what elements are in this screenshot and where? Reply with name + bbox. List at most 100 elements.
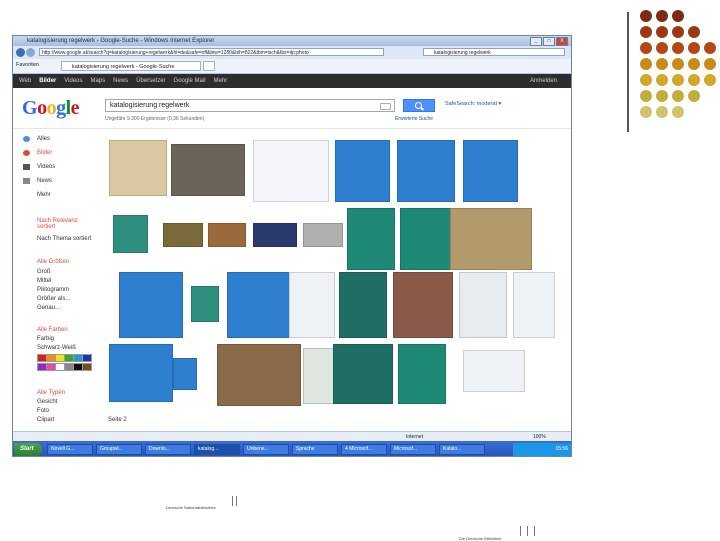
- web-icon: [23, 136, 30, 142]
- type-face[interactable]: Gesicht: [37, 399, 57, 405]
- gbar-link-more[interactable]: Mehr: [214, 78, 228, 84]
- taskbar-button[interactable]: Microsof...: [390, 444, 436, 455]
- taskbar-button[interactable]: Katalo...: [439, 444, 485, 455]
- sort-topic[interactable]: Nach Thema sortiert: [37, 236, 91, 242]
- search-input[interactable]: katalogisierung regelwerk: [105, 99, 395, 112]
- signin-link[interactable]: Anmelden: [530, 78, 557, 84]
- image-thumbnail[interactable]: [113, 215, 148, 253]
- color-swatch[interactable]: [82, 363, 92, 371]
- size-larger-than[interactable]: Größer als...: [37, 296, 70, 302]
- image-thumbnail[interactable]: [191, 286, 219, 322]
- image-thumbnail[interactable]: [393, 272, 453, 338]
- color-all[interactable]: Alle Farben: [37, 327, 68, 333]
- size-exact[interactable]: Genau...: [37, 305, 60, 311]
- sort-relevance[interactable]: Nach Relevanz sortiert: [37, 218, 97, 230]
- image-thumbnail[interactable]: [335, 140, 390, 202]
- image-thumbnail[interactable]: [208, 223, 246, 247]
- taskbar-button[interactable]: Novell G...: [47, 444, 93, 455]
- slide-dot: [656, 58, 668, 70]
- image-thumbnail[interactable]: [163, 223, 203, 247]
- favorites-button[interactable]: Favoriten: [16, 62, 39, 68]
- browser-search-input[interactable]: katalogisierung regelwerk: [423, 48, 565, 56]
- close-button[interactable]: X: [556, 37, 568, 46]
- back-icon[interactable]: [16, 48, 25, 57]
- nav-all[interactable]: Alles: [37, 136, 50, 142]
- caption-tick: [232, 496, 233, 506]
- image-thumbnail[interactable]: [217, 344, 301, 406]
- image-thumbnail[interactable]: [513, 272, 555, 338]
- image-thumbnail[interactable]: [253, 140, 329, 202]
- size-icon[interactable]: Piktogramm: [37, 287, 69, 293]
- forward-icon[interactable]: [26, 48, 35, 57]
- image-thumbnail[interactable]: [333, 344, 393, 404]
- size-all[interactable]: Alle Größen: [37, 259, 69, 265]
- gbar-link-maps[interactable]: Maps: [91, 78, 106, 84]
- gbar-link-web[interactable]: Web: [19, 78, 31, 84]
- image-thumbnail[interactable]: [253, 223, 297, 247]
- search-button[interactable]: [403, 99, 435, 112]
- image-thumbnail[interactable]: [289, 272, 335, 338]
- image-thumbnail[interactable]: [173, 358, 197, 390]
- slide-dot: [656, 90, 668, 102]
- gbar-link-translate[interactable]: Übersetzer: [136, 78, 165, 84]
- color-swatch[interactable]: [82, 354, 92, 362]
- taskbar-button[interactable]: Downlo...: [145, 444, 191, 455]
- gbar-link-mail[interactable]: Google Mail: [174, 78, 206, 84]
- image-thumbnail[interactable]: [450, 208, 532, 270]
- taskbar-button[interactable]: Sprache: [292, 444, 338, 455]
- slide-dot: [640, 90, 652, 102]
- image-thumbnail[interactable]: [397, 140, 455, 202]
- nav-more[interactable]: Mehr: [37, 192, 51, 198]
- slide-dot: [640, 58, 652, 70]
- new-tab-button[interactable]: [203, 61, 215, 71]
- image-thumbnail[interactable]: [463, 350, 525, 392]
- image-thumbnail[interactable]: [227, 272, 291, 338]
- result-stats: Ungefähr 9.300 Ergebnisse (0,36 Sekunden…: [105, 116, 205, 122]
- color-bw[interactable]: Schwarz-Weiß: [37, 345, 76, 351]
- zoom-level[interactable]: 100%: [533, 434, 546, 440]
- taskbar-button[interactable]: Unbene...: [243, 444, 289, 455]
- taskbar-button[interactable]: Groupwi...: [96, 444, 142, 455]
- safesearch-dropdown[interactable]: SafeSearch: moderat ▾: [445, 101, 501, 107]
- gbar-link-images[interactable]: Bilder: [39, 78, 56, 84]
- minimize-button[interactable]: _: [530, 37, 542, 46]
- image-thumbnail[interactable]: [339, 272, 387, 338]
- logo-letter: o: [37, 97, 47, 119]
- taskbar-button[interactable]: katalog...: [194, 444, 240, 455]
- slide-dot: [656, 10, 668, 22]
- image-thumbnail[interactable]: [109, 344, 173, 402]
- taskbar-button[interactable]: 4 Microsof...: [341, 444, 387, 455]
- size-large[interactable]: Groß: [37, 269, 51, 275]
- start-button[interactable]: Start: [14, 443, 42, 456]
- logo-letter: g: [56, 97, 66, 119]
- slide-dot-pattern: [640, 10, 720, 120]
- type-all[interactable]: Alle Typen: [37, 390, 65, 396]
- caption-tick: [527, 526, 528, 536]
- slide-dot: [688, 42, 700, 54]
- type-photo[interactable]: Foto: [37, 408, 49, 414]
- browser-tab[interactable]: katalogisierung regelwerk - Google-Suche: [61, 61, 201, 71]
- image-thumbnail[interactable]: [347, 208, 395, 270]
- keyboard-icon[interactable]: [380, 103, 391, 110]
- type-clipart[interactable]: Clipart: [37, 417, 54, 423]
- maximize-button[interactable]: □: [543, 37, 555, 46]
- size-medium[interactable]: Mittel: [37, 278, 51, 284]
- color-full[interactable]: Farbig: [37, 336, 54, 342]
- image-thumbnail[interactable]: [459, 272, 507, 338]
- gbar-link-news[interactable]: News: [113, 78, 128, 84]
- image-thumbnail[interactable]: [171, 144, 245, 196]
- nav-news[interactable]: News: [37, 178, 52, 184]
- image-thumbnail[interactable]: [303, 223, 343, 247]
- gbar-link-videos[interactable]: Videos: [64, 78, 82, 84]
- image-thumbnail[interactable]: [398, 344, 446, 404]
- google-logo[interactable]: Google: [22, 97, 80, 120]
- image-thumbnail[interactable]: [109, 140, 167, 196]
- google-top-bar: Web Bilder Videos Maps News Übersetzer G…: [13, 74, 571, 88]
- nav-images[interactable]: Bilder: [37, 150, 52, 156]
- address-input[interactable]: http://www.google.at/search?q=katalogisi…: [39, 48, 384, 56]
- image-thumbnail[interactable]: [119, 272, 183, 338]
- nav-videos[interactable]: Videos: [37, 164, 55, 170]
- image-thumbnail[interactable]: [463, 140, 518, 202]
- advanced-search-link[interactable]: Erweiterte Suche: [395, 116, 433, 122]
- slide-dot: [688, 90, 700, 102]
